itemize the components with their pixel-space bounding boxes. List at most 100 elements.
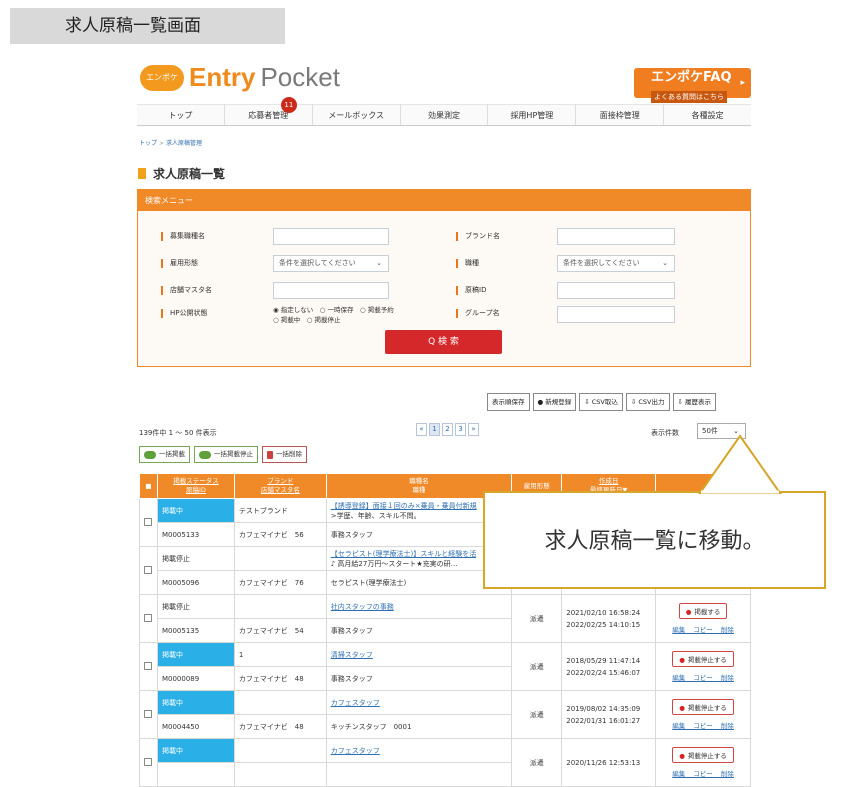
- publish-toggle-button[interactable]: 掲載停止する: [672, 747, 734, 763]
- pager-prev[interactable]: «: [416, 423, 427, 436]
- page-title-text: 求人原稿一覧: [153, 167, 226, 181]
- csv-export-button[interactable]: ⇩ CSV出力: [625, 393, 670, 411]
- operation-cell: 掲載停止する編集 コピー 削除: [655, 738, 751, 787]
- csv-import-button[interactable]: ⇩ CSV取込: [579, 393, 623, 411]
- occupation-cell: キッチンスタッフ 0001: [325, 714, 513, 739]
- row-checkbox[interactable]: [144, 661, 153, 670]
- job-title-link[interactable]: 社内スタッフの事務: [331, 603, 394, 611]
- annotation-callout: 求人原稿一覧に移動。: [483, 491, 826, 589]
- entry-pocket-logo[interactable]: エンポケ Entry Pocket: [140, 62, 340, 93]
- page-title: 求人原稿一覧: [138, 165, 225, 182]
- row-checkbox-cell[interactable]: [139, 498, 158, 547]
- chevron-down-icon: ⌄: [376, 259, 382, 267]
- table-row[interactable]: 掲載停止 社内スタッフの事務 派遣 2021/02/10 16:58:24 2022/0…: [139, 594, 751, 643]
- search-menu-header: 検索メニュー: [138, 190, 750, 211]
- faq-banner-button[interactable]: エンポケFAQ よくある質問はこちら ▸: [634, 68, 751, 103]
- row-checkbox-cell[interactable]: [139, 738, 158, 787]
- publish-toggle-button[interactable]: 掲載停止する: [672, 651, 734, 667]
- job-title-link[interactable]: 【誘導登録】面接１回のみ×乗員・乗員付新規: [331, 502, 477, 510]
- row-checkbox[interactable]: [144, 565, 153, 574]
- store-cell: カフェマイナビ 76: [233, 570, 327, 595]
- pager-page-3[interactable]: 3: [455, 423, 466, 436]
- job-title-link[interactable]: カフェスタッフ: [331, 699, 380, 707]
- nav-item-interview-slots[interactable]: 面接枠管理: [576, 105, 665, 125]
- row-checkbox-cell[interactable]: [139, 642, 158, 691]
- brand-cell: [233, 690, 327, 715]
- table-row[interactable]: 掲載中 カフェスタッフ 派遣2020/11/26 12:53:13 掲載停止する編集 …: [139, 738, 751, 787]
- hp-status-options-row2[interactable]: ○ 掲載中 ○ 掲載停止: [273, 315, 394, 325]
- bulk-stop-button[interactable]: 一括掲載停止: [194, 446, 258, 463]
- brand-header[interactable]: ブランド 店舗マスタ名: [233, 473, 327, 499]
- job-title-cell[interactable]: 社内スタッフの事務: [325, 594, 513, 619]
- job-title-line2: ♪ 高月給27万円〜スタート★充実の研…: [330, 559, 458, 568]
- save-order-button[interactable]: 表示順保存: [487, 393, 530, 411]
- pager-next[interactable]: »: [468, 423, 479, 436]
- row-checkbox-cell[interactable]: [139, 546, 158, 595]
- row-links[interactable]: 編集 コピー 削除: [660, 624, 746, 634]
- job-title-link[interactable]: カフェスタッフ: [331, 747, 380, 755]
- trash-icon: [267, 450, 273, 459]
- store-header-label: 店舗マスタ名: [260, 486, 300, 494]
- employment-select[interactable]: 条件を選択してください ⌄: [273, 255, 389, 272]
- nav-item-top[interactable]: トップ: [137, 105, 225, 125]
- row-checkbox[interactable]: [144, 709, 153, 718]
- created-date: 2018/05/29 11:47:14: [566, 656, 641, 665]
- status-cell: 掲載中: [156, 642, 235, 667]
- breadcrumb-home-link[interactable]: トップ: [139, 140, 157, 147]
- job-title-cell[interactable]: カフェスタッフ: [325, 690, 513, 715]
- status-header[interactable]: 掲載ステータス 原稿ID: [156, 473, 235, 499]
- breadcrumb-current[interactable]: 求人原稿管理: [166, 140, 202, 147]
- nav-item-recruit-hp[interactable]: 採用HP管理: [488, 105, 577, 125]
- bulk-delete-button[interactable]: 一括削除: [262, 446, 307, 463]
- occupation-select[interactable]: 条件を選択してください ⌄: [557, 255, 675, 272]
- brand-input[interactable]: [557, 228, 675, 245]
- row-links[interactable]: 編集 コピー 削除: [660, 768, 746, 778]
- brand-cell: 1: [233, 642, 327, 667]
- logo-pocket-text: Pocket: [260, 62, 340, 92]
- draft-id-cell: M0005096: [156, 570, 235, 595]
- nav-item-mailbox[interactable]: メールボックス: [313, 105, 401, 125]
- operation-cell: 掲載停止する編集 コピー 削除: [655, 690, 751, 739]
- row-links[interactable]: 編集 コピー 削除: [660, 720, 746, 730]
- row-links[interactable]: 編集 コピー 削除: [660, 672, 746, 682]
- notification-badge: 11: [280, 97, 297, 113]
- store-master-input[interactable]: [273, 282, 389, 299]
- job-title-cell[interactable]: 清掃スタッフ: [325, 642, 513, 667]
- job-title-link[interactable]: 【セラピスト(理学療法士)】スキルと経験を活: [331, 550, 476, 558]
- logo-entry-text: Entry: [189, 62, 256, 92]
- action-toolbar: 表示順保存 ● 新規登録 ⇩ CSV取込 ⇩ CSV出力 ⇩ 履歴表示: [487, 393, 717, 411]
- faq-title: エンポケFAQ: [651, 70, 732, 85]
- row-checkbox[interactable]: [144, 613, 153, 622]
- store-cell: カフェマイナビ 48: [233, 714, 327, 739]
- publish-toggle-button[interactable]: 掲載する: [678, 603, 728, 619]
- group-input[interactable]: [557, 306, 675, 323]
- bulk-publish-button[interactable]: 一括掲載: [139, 446, 190, 463]
- publish-toggle-button[interactable]: 掲載停止する: [672, 699, 734, 715]
- pager-page-2[interactable]: 2: [442, 423, 453, 436]
- nav-item-effect-measurement[interactable]: 効果測定: [401, 105, 489, 125]
- job-name-header-label: 職種名: [409, 477, 429, 485]
- hp-status-radio-group[interactable]: ◉ 指定しない ○ 一時保存 ○ 掲載予約 ○ 掲載中 ○ 掲載停止: [273, 305, 394, 325]
- table-row[interactable]: 掲載中 カフェスタッフ 派遣 2019/08/02 14:35:09 2022/01/3…: [139, 690, 751, 739]
- new-register-button[interactable]: ● 新規登録: [532, 393, 577, 411]
- nav-item-settings[interactable]: 各種設定: [664, 105, 751, 125]
- job-title-link[interactable]: 清掃スタッフ: [331, 651, 373, 659]
- search-button[interactable]: Q 検 索: [385, 330, 502, 354]
- nav-item-applicants[interactable]: 応募者管理 11: [225, 97, 313, 125]
- draft-id-input[interactable]: [557, 282, 675, 299]
- row-checkbox-cell[interactable]: [139, 690, 158, 739]
- draft-id-label: 原稿ID: [456, 285, 486, 295]
- per-page-select[interactable]: 50件 ⌄: [697, 423, 746, 439]
- history-button[interactable]: ⇩ 履歴表示: [672, 393, 717, 411]
- bulk-actions: 一括掲載 一括掲載停止 一括削除: [139, 446, 307, 463]
- row-checkbox-cell[interactable]: [139, 594, 158, 643]
- job-title-cell[interactable]: カフェスタッフ: [325, 738, 513, 763]
- date-cell: 2019/08/02 14:35:09 2022/01/31 16:01:27: [561, 690, 657, 739]
- row-checkbox[interactable]: [144, 757, 153, 766]
- row-checkbox[interactable]: [144, 517, 153, 526]
- pager-page-1[interactable]: 1: [429, 423, 440, 436]
- table-row[interactable]: 掲載中 1 清掃スタッフ 派遣 2018/05/29 11:47:14 2022/02/2…: [139, 642, 751, 691]
- job-type-input[interactable]: [273, 228, 389, 245]
- select-all-checkbox[interactable]: ■: [139, 473, 158, 499]
- hp-status-options-row1[interactable]: ◉ 指定しない ○ 一時保存 ○ 掲載予約: [273, 305, 394, 315]
